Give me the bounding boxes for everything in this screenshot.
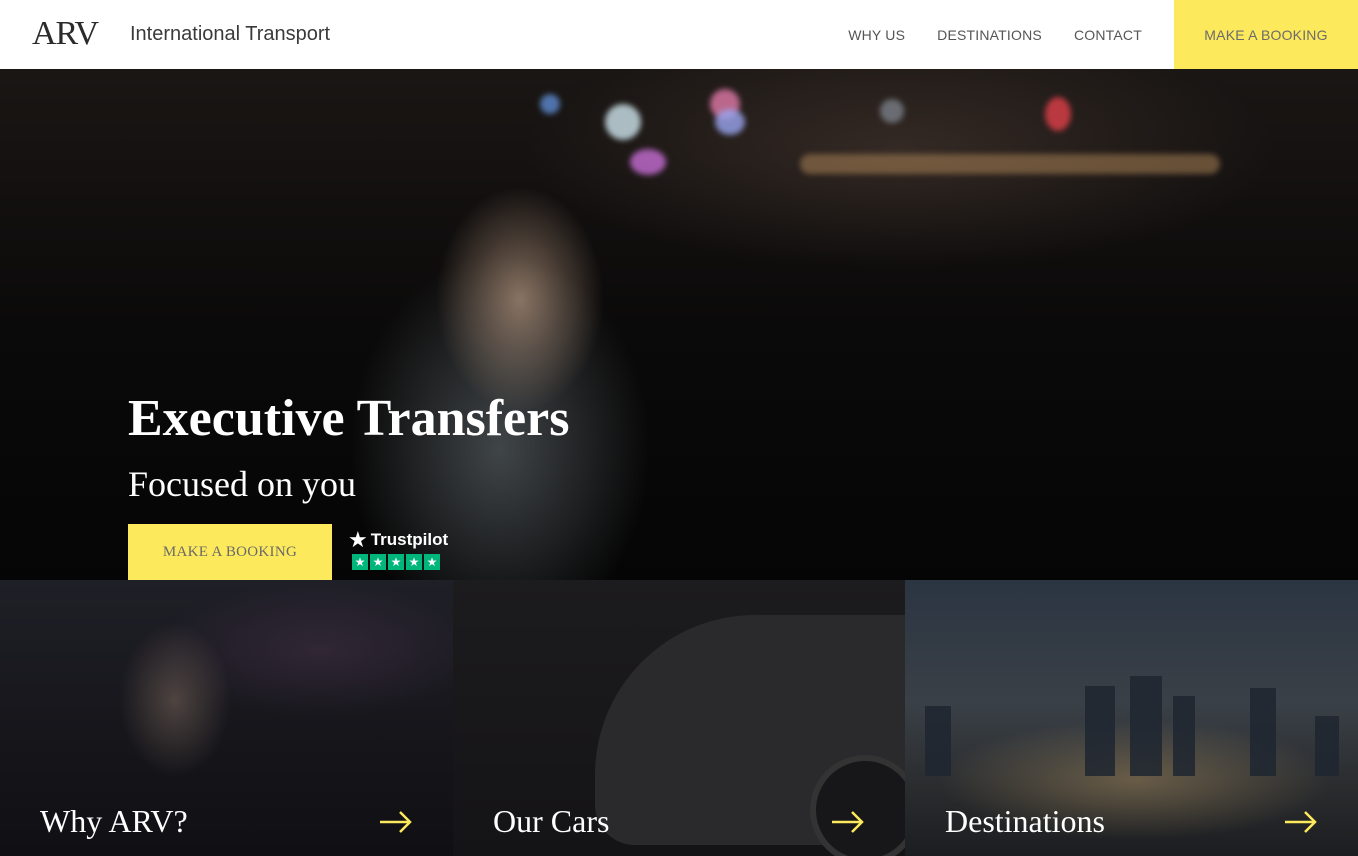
car-wheel: [810, 755, 905, 856]
tile-label: Destinations: [945, 803, 1105, 839]
tile-label: Our Cars: [493, 803, 610, 839]
rating-star-icon: ★: [424, 554, 440, 570]
bokeh-light: [540, 94, 560, 114]
skyline-building: [1085, 686, 1115, 776]
feature-tiles: Why ARV? Our Cars Destinations: [0, 580, 1358, 856]
tile-our-cars[interactable]: Our Cars: [453, 580, 905, 856]
logo-text: ARV: [32, 15, 99, 52]
skyline-building: [1173, 696, 1195, 776]
skyline-building: [1130, 676, 1162, 776]
nav-why-us[interactable]: WHY US: [848, 27, 905, 43]
trustpilot-badge[interactable]: ★ Trustpilot ★ ★ ★ ★ ★: [348, 527, 448, 575]
rating-star-icon: ★: [388, 554, 404, 570]
skyline-building: [1250, 688, 1276, 776]
skyline-building: [1315, 716, 1339, 776]
rating-star-icon: ★: [406, 554, 422, 570]
arrow-right-icon: [832, 811, 864, 833]
bokeh-light: [880, 99, 904, 123]
hero-booking-button[interactable]: MAKE A BOOKING: [128, 524, 332, 580]
bokeh-light: [715, 109, 745, 135]
tile-label: Why ARV?: [40, 803, 188, 839]
arv-logo[interactable]: ARV: [32, 15, 99, 52]
arrow-right-icon: [1285, 811, 1317, 833]
hero-banner: Executive Transfers Focused on you MAKE …: [0, 69, 1358, 580]
bokeh-light: [800, 154, 1220, 174]
arrow-right-icon: [380, 811, 412, 833]
nav-destinations[interactable]: DESTINATIONS: [937, 27, 1042, 43]
header-booking-button[interactable]: MAKE A BOOKING: [1174, 0, 1358, 69]
skyline-building: [925, 706, 951, 776]
hero-subtitle: Focused on you: [128, 464, 356, 504]
bokeh-light: [605, 104, 641, 140]
trustpilot-label: Trustpilot: [370, 530, 449, 549]
site-tagline: International Transport: [130, 23, 331, 45]
nav-contact[interactable]: CONTACT: [1074, 27, 1142, 43]
bokeh-light: [630, 149, 666, 175]
rating-star-icon: ★: [370, 554, 386, 570]
trustpilot-star-icon: ★: [348, 527, 368, 552]
site-header: ARV International Transport WHY US DESTI…: [0, 0, 1358, 69]
trustpilot-rating: ★ ★ ★ ★ ★: [352, 554, 444, 570]
tile-why-arv[interactable]: Why ARV?: [0, 580, 453, 856]
tile-destinations[interactable]: Destinations: [905, 580, 1358, 856]
trustpilot-header: ★ Trustpilot: [348, 527, 448, 552]
rating-star-icon: ★: [352, 554, 368, 570]
hero-title: Executive Transfers: [128, 390, 570, 447]
bokeh-light: [1045, 97, 1071, 131]
main-nav: WHY US DESTINATIONS CONTACT: [848, 0, 1142, 69]
